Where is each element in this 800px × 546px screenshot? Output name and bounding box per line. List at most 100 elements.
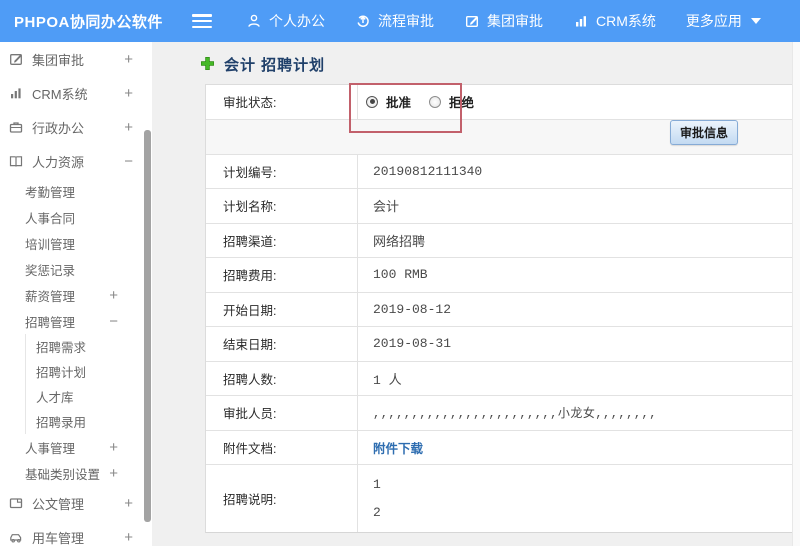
attachment-download-link[interactable]: 附件下载	[373, 438, 423, 457]
sidebar-item-attendance[interactable]: 考勤管理	[0, 178, 152, 204]
field-value: 2019-08-31	[373, 336, 452, 352]
field-label: 招聘渠道:	[206, 223, 358, 257]
field-value: 100 RMB	[373, 267, 428, 283]
sidebar-item-label: 人事合同	[25, 211, 76, 226]
nav-label: 集团审批	[487, 13, 543, 29]
top-bar: PHPOA协同办公软件 个人办公 流程审批 集团审批 CRM系统 更多应用	[0, 0, 800, 42]
collapse-toggle[interactable]: −	[124, 154, 133, 169]
person-icon	[246, 13, 262, 29]
sidebar-item-recruitment[interactable]: 招聘管理 −	[0, 308, 152, 334]
field-label: 审批人员:	[206, 396, 358, 430]
sidebar-scrollbar-thumb[interactable]	[144, 130, 151, 522]
sidebar-item-hr[interactable]: 人力资源 −	[0, 144, 152, 178]
sidebar-item-crm[interactable]: CRM系统 +	[0, 76, 152, 110]
sidebar-item-salary[interactable]: 薪资管理 +	[0, 282, 152, 308]
sidebar-item-recruit-plan[interactable]: 招聘计划	[26, 359, 152, 384]
nav-crm-system[interactable]: CRM系统	[573, 11, 656, 31]
radio-label: 批准	[386, 96, 412, 111]
sidebar-item-training[interactable]: 培训管理	[0, 230, 152, 256]
page-title-text: 会计 招聘计划	[224, 57, 326, 74]
book-icon	[8, 153, 24, 169]
sidebar-item-label: 考勤管理	[25, 185, 76, 200]
field-value: 2019-08-12	[373, 301, 452, 317]
nav-more-apps[interactable]: 更多应用	[686, 11, 761, 31]
sidebar-item-recruit-demand[interactable]: 招聘需求	[26, 334, 152, 359]
expand-toggle[interactable]: +	[124, 530, 133, 545]
sidebar-item-base-category[interactable]: 基础类别设置 +	[0, 460, 152, 486]
radio-button-icon[interactable]	[429, 95, 442, 108]
expand-toggle[interactable]: +	[109, 466, 118, 481]
radio-button-icon[interactable]	[366, 95, 378, 108]
sidebar-item-hr-contract[interactable]: 人事合同	[0, 204, 152, 230]
sidebar-item-label: 招聘需求	[36, 341, 87, 355]
sidebar-item-label: 奖惩记录	[25, 263, 76, 278]
edit-square-icon	[464, 13, 480, 29]
radio-reject[interactable]: 拒绝	[429, 92, 474, 111]
nav-personal-office[interactable]: 个人办公	[246, 11, 325, 31]
sidebar-item-label: 集团审批	[32, 52, 85, 68]
field-value: 会计	[373, 200, 400, 216]
page-title: 会计 招聘计划	[200, 54, 325, 75]
sidebar-item-personnel[interactable]: 人事管理 +	[0, 434, 152, 460]
sidebar-item-talent-pool[interactable]: 人才库	[26, 384, 152, 409]
edit-square-icon	[8, 51, 24, 67]
sidebar-item-label: 公文管理	[32, 496, 85, 512]
field-label: 附件文档:	[206, 430, 358, 464]
sidebar-item-label: 行政办公	[32, 120, 85, 136]
field-label: 招聘费用:	[206, 258, 358, 292]
bar-chart-icon	[8, 85, 24, 101]
collapse-toggle[interactable]: −	[109, 314, 118, 329]
sidebar: 集团审批 + CRM系统 + 行政办公 + 人力资源 − 考勤管理 人事合同 培…	[0, 42, 152, 546]
sidebar-item-label: 招聘录用	[36, 416, 87, 430]
form-row-end-date: 结束日期: 2019-08-31	[206, 327, 792, 362]
form-row-description: 招聘说明: 1 2	[206, 465, 792, 532]
nav-label: CRM系统	[596, 13, 656, 29]
sidebar-item-label: 薪资管理	[25, 289, 76, 304]
sidebar-item-vehicle[interactable]: 用车管理 +	[0, 520, 152, 546]
form-row-channel: 招聘渠道: 网络招聘	[206, 223, 792, 258]
radio-label: 拒绝	[449, 96, 475, 111]
sidebar-item-admin-office[interactable]: 行政办公 +	[0, 110, 152, 144]
form-row-cost: 招聘费用: 100 RMB	[206, 258, 792, 293]
sidebar-item-label: CRM系统	[32, 86, 88, 102]
field-value: 1 2	[358, 465, 792, 532]
field-label: 审批状态:	[206, 85, 358, 119]
field-value: ,,,,,,,,,,,,,,,,,,,,,,,,小龙女,,,,,,,,	[373, 407, 657, 422]
field-label: 结束日期:	[206, 327, 358, 361]
recruitment-subgroup: 招聘需求 招聘计划 人才库 招聘录用	[25, 334, 152, 434]
document-icon	[8, 495, 24, 511]
field-label: 招聘人数:	[206, 361, 358, 395]
expand-toggle[interactable]: +	[124, 120, 133, 135]
app-logo: PHPOA协同办公软件	[14, 13, 163, 31]
form-row-start-date: 开始日期: 2019-08-12	[206, 292, 792, 327]
caret-down-icon	[750, 18, 761, 24]
expand-toggle[interactable]: +	[124, 496, 133, 511]
nav-label: 更多应用	[685, 13, 742, 29]
field-value: 1 人	[373, 372, 402, 388]
form-row-approvers: 审批人员: ,,,,,,,,,,,,,,,,,,,,,,,,小龙女,,,,,,,…	[206, 396, 792, 431]
detail-form: 审批状态: 批准 拒绝 审批信息 计划编号: 20190812111340 计划…	[205, 84, 793, 533]
form-row-plan-number: 计划编号: 20190812111340	[206, 154, 792, 189]
field-label: 开始日期:	[206, 292, 358, 326]
form-row-actions: 审批信息	[206, 119, 792, 155]
sidebar-item-label: 基础类别设置	[25, 467, 101, 482]
add-icon	[200, 56, 215, 74]
status-radio-group: 批准 拒绝	[358, 85, 792, 119]
expand-toggle[interactable]: +	[109, 288, 118, 303]
radio-approve[interactable]: 批准	[366, 92, 411, 111]
expand-toggle[interactable]: +	[124, 52, 133, 67]
approve-info-button[interactable]: 审批信息	[670, 119, 738, 145]
nav-group-approval[interactable]: 集团审批	[464, 11, 543, 31]
expand-toggle[interactable]: +	[109, 440, 118, 455]
form-row-headcount: 招聘人数: 1 人	[206, 361, 792, 396]
sidebar-item-recruit-hire[interactable]: 招聘录用	[26, 409, 152, 434]
briefcase-icon	[8, 119, 24, 135]
nav-process-approval[interactable]: 流程审批	[355, 11, 434, 31]
sidebar-item-group-approval[interactable]: 集团审批 +	[0, 42, 152, 76]
field-label: 招聘说明:	[206, 465, 358, 532]
sidebar-item-rewards[interactable]: 奖惩记录	[0, 256, 152, 282]
hamburger-icon[interactable]	[192, 14, 212, 28]
content-scrollbar-track[interactable]	[792, 42, 800, 546]
expand-toggle[interactable]: +	[124, 86, 133, 101]
sidebar-item-documents[interactable]: 公文管理 +	[0, 486, 152, 520]
